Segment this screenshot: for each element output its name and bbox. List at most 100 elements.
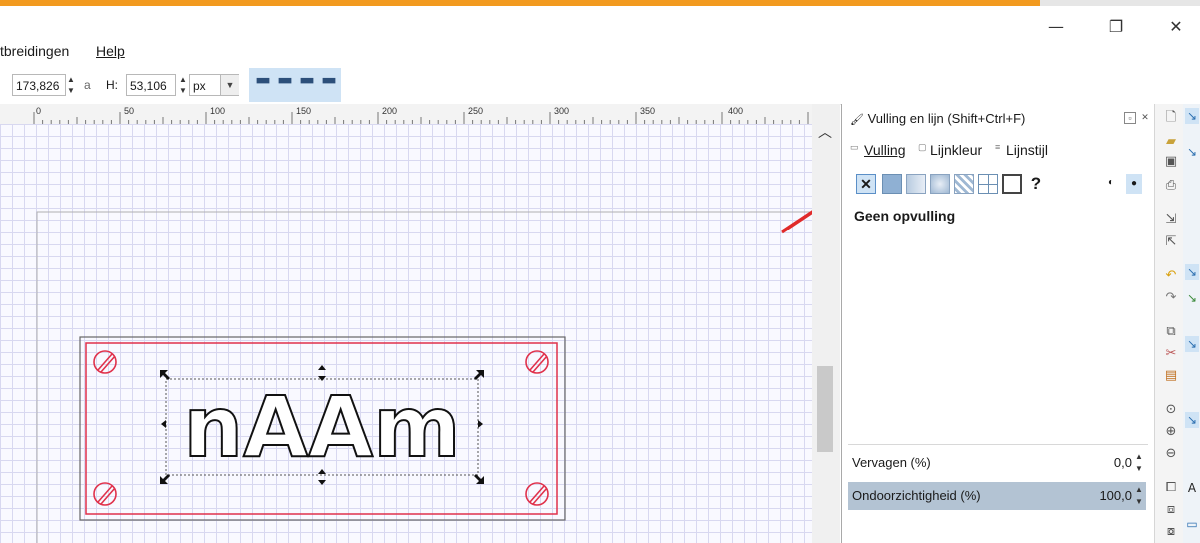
zoom-drawing-icon[interactable]: ⊕	[1163, 424, 1179, 440]
scrollbar-thumb[interactable]	[817, 366, 833, 452]
scale-handle-icon[interactable]	[160, 370, 170, 380]
tab-fill[interactable]: Vulling	[864, 142, 906, 158]
radial-gradient-button[interactable]	[930, 174, 950, 194]
ruler-tick-label: 350	[640, 106, 656, 116]
snap-guides-icon[interactable]: ▀▀	[299, 78, 315, 92]
ruler-tick-label: 150	[296, 106, 312, 116]
snap-nodes-icon[interactable]: ▀▀	[277, 78, 293, 92]
opacity-slider[interactable]: Ondoorzichtigheid (%) 100,0 ▲ ▼	[848, 482, 1146, 510]
height-label: H:	[106, 78, 118, 92]
blur-spinner-icon[interactable]: ▲ ▼	[1134, 451, 1144, 475]
pattern-button[interactable]	[954, 174, 974, 194]
width-input[interactable]: 173,826	[12, 74, 66, 96]
drawing-canvas[interactable]: nAAm	[0, 124, 812, 543]
screw-hole-top-left[interactable]	[93, 350, 117, 374]
menu-item-help[interactable]: Help	[96, 43, 125, 59]
paste-icon[interactable]: ▤	[1163, 368, 1179, 384]
fill-tab-icon: ▭	[850, 142, 859, 152]
minimize-button[interactable]: —	[1036, 12, 1076, 40]
blur-label: Vervagen (%)	[852, 455, 931, 470]
unlink-clone-icon[interactable]: ⧇	[1163, 524, 1179, 540]
panel-title: 🖌 Vulling en lijn (Shift+Ctrl+F)	[842, 108, 1155, 130]
screw-hole-bottom-left[interactable]	[93, 482, 117, 506]
snap-text-baseline-icon[interactable]: A	[1185, 480, 1199, 496]
snap-intersection-icon[interactable]: ↘	[1185, 336, 1199, 352]
tab-stroke-style[interactable]: Lijnstijl	[1006, 142, 1048, 158]
export-icon[interactable]: ⇱	[1163, 234, 1179, 250]
panel-close-icon[interactable]: ✕	[1140, 112, 1150, 122]
snap-page-icon[interactable]: ▭	[1185, 516, 1199, 532]
snap-center-icon[interactable]: ↘	[1185, 412, 1199, 428]
menu-bar: tbreidingen Help	[0, 40, 1200, 64]
zoom-page-icon[interactable]: ⊖	[1163, 446, 1179, 462]
no-fill-label: Geen opvulling	[854, 208, 956, 224]
unknown-paint-button[interactable]: ?	[1026, 174, 1046, 194]
screw-hole-bottom-right[interactable]	[525, 482, 549, 506]
snap-bbox-icon[interactable]: ▀▀	[255, 78, 271, 92]
commands-toolbar: 🗋 ▰ ▣ ⎙ ⇲ ⇱ ↶ ↷ ⧉ ✂ ▤ ⊙ ⊕ ⊖ ⧠ ⧈ ⧇ ↘ ↘ ↘ …	[1154, 104, 1200, 543]
horizontal-ruler: 0 50 100 150 200 250 300 350 400	[0, 104, 840, 125]
ruler-tick-label: 300	[554, 106, 570, 116]
ruler-tick-label: 50	[124, 106, 135, 116]
width-spinner-icon[interactable]: ▲ ▼	[66, 74, 76, 96]
tab-stroke-paint[interactable]: Lijnkleur	[930, 142, 982, 158]
print-icon[interactable]: ⎙	[1163, 178, 1179, 194]
height-input[interactable]: 53,106	[126, 74, 176, 96]
stroke-style-tab-icon: ≡	[995, 142, 1001, 152]
snap-others-icon[interactable]: ▀▀	[321, 78, 337, 92]
redo-icon[interactable]: ↷	[1163, 290, 1179, 306]
save-icon[interactable]: ▣	[1163, 154, 1179, 170]
clone-icon[interactable]: ⧈	[1163, 502, 1179, 518]
panel-restore-icon[interactable]: ▫	[1124, 112, 1136, 124]
close-button[interactable]: ✕	[1156, 12, 1196, 40]
zoom-selection-icon[interactable]: ⊙	[1163, 402, 1179, 418]
fill-rule-nonzero-icon[interactable]: ●	[1126, 174, 1142, 194]
snap-controls-bar	[1183, 104, 1200, 543]
lock-icon[interactable]: a	[84, 78, 91, 92]
scroll-up-icon[interactable]: ︿	[818, 122, 832, 142]
undo-icon[interactable]: ↶	[1163, 268, 1179, 284]
ruler-ticks	[33, 112, 809, 124]
no-paint-button[interactable]: ✕	[856, 174, 876, 194]
swatch-button[interactable]	[978, 174, 998, 194]
ruler-tick-label: 100	[210, 106, 226, 116]
scale-handle-icon[interactable]	[478, 420, 483, 428]
panel-title-text: Vulling en lijn (Shift+Ctrl+F)	[867, 111, 1026, 126]
height-spinner-icon[interactable]: ▲ ▼	[178, 74, 188, 96]
snap-toggle-icon[interactable]: ↘	[1185, 108, 1199, 124]
restore-button[interactable]: ❐	[1096, 12, 1136, 40]
scale-handle-icon[interactable]	[160, 474, 170, 484]
snap-toolbar-group: ▀▀ ▀▀ ▀▀ ▀▀	[249, 68, 341, 102]
name-text-object[interactable]: nAAm	[182, 377, 461, 477]
brush-icon: 🖌	[850, 113, 864, 126]
fill-stroke-panel: 🖌 Vulling en lijn (Shift+Ctrl+F) ▫ ✕ ▭ V…	[841, 104, 1155, 543]
blur-slider[interactable]: Vervagen (%) 0,0 ▲ ▼	[848, 449, 1146, 477]
snap-path-icon[interactable]: ↘	[1185, 290, 1199, 306]
blur-value[interactable]: 0,0	[1114, 449, 1132, 477]
open-file-icon[interactable]: ▰	[1163, 134, 1179, 150]
fill-rule-evenodd-icon[interactable]: ◐	[1108, 177, 1120, 191]
new-document-icon[interactable]: 🗋	[1163, 110, 1179, 126]
scale-handle-icon[interactable]	[474, 370, 484, 380]
canvas-artwork: nAAm	[36, 210, 812, 543]
vertical-scrollbar[interactable]: ︿	[812, 104, 840, 543]
panel-tabs: ▭ Vulling ▢ Lijnkleur ≡ Lijnstijl	[842, 138, 1155, 164]
copy-icon[interactable]: ⧉	[1163, 324, 1179, 340]
cut-icon[interactable]: ✂	[1163, 346, 1179, 362]
ruler-tick-label: 250	[468, 106, 484, 116]
opacity-value[interactable]: 100,0	[1099, 482, 1132, 510]
snap-bbox-edge-icon[interactable]: ↘	[1185, 144, 1199, 160]
opacity-label: Ondoorzichtigheid (%)	[852, 488, 981, 503]
snap-nodes-icon[interactable]: ↘	[1185, 264, 1199, 280]
scale-handle-icon[interactable]	[474, 474, 484, 484]
menu-item-extensions[interactable]: tbreidingen	[0, 43, 69, 59]
ruler-tick-label: 200	[382, 106, 398, 116]
duplicate-icon[interactable]: ⧠	[1163, 480, 1179, 496]
import-icon[interactable]: ⇲	[1163, 212, 1179, 228]
screw-hole-top-right[interactable]	[525, 350, 549, 374]
linear-gradient-button[interactable]	[906, 174, 926, 194]
unset-paint-button[interactable]	[1002, 174, 1022, 194]
chevron-down-icon[interactable]: ▼	[220, 75, 239, 95]
flat-color-button[interactable]	[882, 174, 902, 194]
opacity-spinner-icon[interactable]: ▲ ▼	[1134, 484, 1144, 508]
